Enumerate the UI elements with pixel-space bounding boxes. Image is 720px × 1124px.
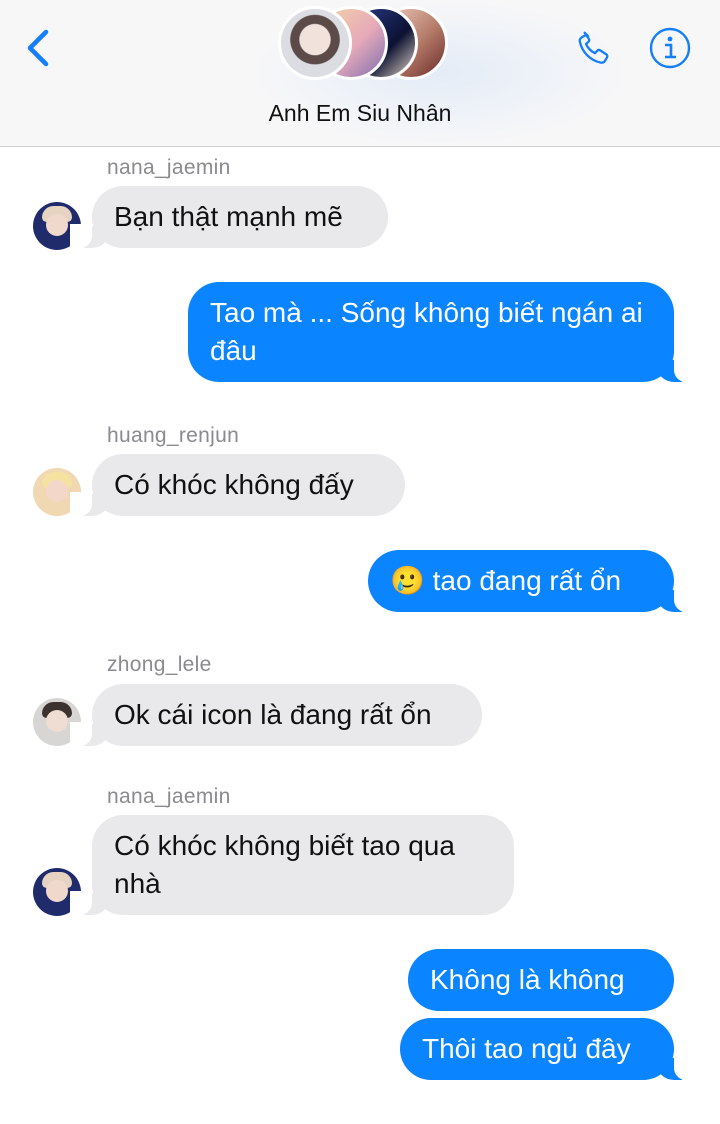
message-bubble-outgoing[interactable]: 🥲 tao đang rất ổn bbox=[368, 550, 696, 612]
sender-name: nana_jaemin bbox=[107, 156, 231, 179]
message-bubble-incoming[interactable]: Có khóc không đấy bbox=[70, 454, 405, 516]
message-text: Bạn thật mạnh mẽ bbox=[114, 201, 343, 232]
message-text: Có khóc không đấy bbox=[114, 469, 354, 500]
message-bubble-incoming[interactable]: Ok cái icon là đang rất ổn bbox=[70, 684, 482, 746]
message-text: Thôi tao ngủ đây bbox=[422, 1033, 631, 1064]
emoji: 🥲 bbox=[390, 565, 425, 596]
phone-icon bbox=[578, 31, 609, 64]
back-button[interactable] bbox=[22, 26, 62, 70]
call-button[interactable] bbox=[572, 26, 618, 72]
sender-name: huang_renjun bbox=[107, 424, 240, 447]
sender-name: zhong_lele bbox=[107, 653, 212, 676]
message-bubble-incoming[interactable]: Có khóc không biết tao qua nhà bbox=[70, 815, 514, 915]
chevron-left-icon bbox=[27, 29, 49, 67]
message-text: Không là không bbox=[430, 964, 625, 995]
group-avatar bbox=[278, 6, 352, 80]
chat-header: Anh Em Siu Nhân bbox=[0, 0, 720, 147]
info-icon bbox=[649, 27, 691, 69]
message-bubble-outgoing[interactable]: Tao mà ... Sống không biết ngán ai đâu bbox=[188, 282, 696, 382]
sender-name: nana_jaemin bbox=[107, 785, 231, 808]
group-avatar-stack[interactable] bbox=[278, 6, 448, 86]
info-button[interactable] bbox=[648, 26, 692, 70]
message-bubble-incoming[interactable]: Bạn thật mạnh mẽ bbox=[70, 186, 388, 248]
group-name[interactable]: Anh Em Siu Nhân bbox=[0, 100, 720, 127]
message-text: Có khóc không biết tao qua nhà bbox=[114, 830, 455, 899]
message-text: tao đang rất ổn bbox=[432, 565, 622, 596]
message-bubble-outgoing[interactable]: Không là không bbox=[408, 949, 674, 1011]
message-text: Ok cái icon là đang rất ổn bbox=[114, 699, 432, 730]
message-bubble-outgoing[interactable]: Thôi tao ngủ đây bbox=[400, 1018, 696, 1080]
message-text: Tao mà ... Sống không biết ngán ai đâu bbox=[210, 297, 643, 366]
